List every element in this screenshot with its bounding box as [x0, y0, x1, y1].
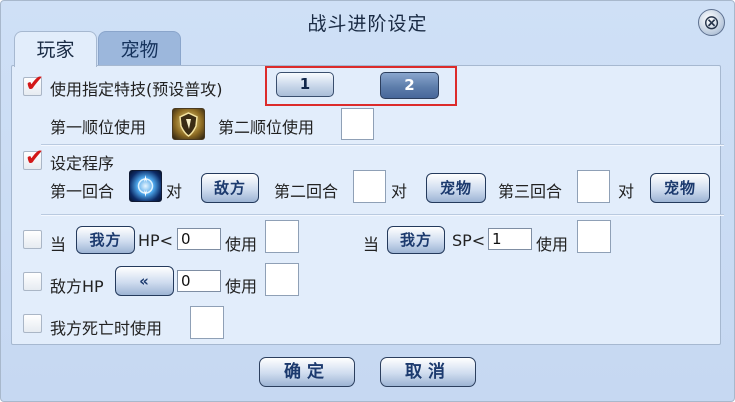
- sp-target-button[interactable]: 我方: [387, 226, 445, 254]
- ok-button[interactable]: 确定: [259, 357, 355, 387]
- sp-use-label: 使用: [536, 235, 569, 254]
- divider: [41, 144, 724, 146]
- round1-target-button[interactable]: 敌方: [201, 173, 259, 203]
- hp-threshold-input[interactable]: 0: [177, 228, 221, 250]
- cancel-button[interactable]: 取消: [380, 357, 476, 387]
- close-icon[interactable]: ⊗: [698, 9, 725, 36]
- sp-prefix-label: 当: [363, 235, 380, 254]
- check-icon: ✔: [25, 145, 45, 171]
- check-icon: ✔: [25, 71, 45, 97]
- skill-checkbox-label: 使用指定特技(预设普攻): [50, 80, 223, 99]
- round3-vs-label: 对: [618, 182, 635, 201]
- enemy-hp-use-label: 使用: [225, 277, 258, 296]
- round2-target-button[interactable]: 宠物: [426, 173, 486, 203]
- tab-pet[interactable]: 宠物: [98, 31, 181, 67]
- battle-settings-window: 战斗进阶设定 ⊗ 玩家 宠物 ✔ 使用指定特技(预设普攻) 1 2 第一顺位使用…: [0, 0, 735, 402]
- round3-target-button[interactable]: 宠物: [650, 173, 710, 203]
- round1-label: 第一回合: [50, 182, 115, 201]
- round2-label: 第二回合: [274, 182, 339, 201]
- selection-highlight: [265, 66, 457, 106]
- enemy-hp-input[interactable]: 0: [177, 270, 221, 292]
- second-priority-label: 第二顺位使用: [218, 118, 315, 137]
- hp-skill-slot[interactable]: [265, 220, 299, 253]
- settings-panel: [11, 65, 721, 345]
- enemy-hp-label: 敌方HP: [50, 277, 104, 296]
- round2-skill-slot[interactable]: [353, 170, 386, 203]
- hp-label: HP<: [138, 231, 174, 250]
- orb-skill-icon[interactable]: [129, 170, 162, 202]
- sp-threshold-input[interactable]: 1: [488, 228, 532, 250]
- chevron-left-icon: «: [139, 272, 150, 290]
- death-skill-slot[interactable]: [190, 306, 224, 339]
- hp-prefix-label: 当: [50, 235, 67, 254]
- skill-checkbox[interactable]: ✔: [23, 71, 44, 97]
- round3-skill-slot[interactable]: [577, 170, 610, 203]
- divider: [41, 214, 724, 216]
- round3-label: 第三回合: [498, 182, 563, 201]
- round1-vs-label: 对: [166, 182, 183, 201]
- program-checkbox[interactable]: ✔: [23, 145, 44, 171]
- enemy-hp-skill-slot[interactable]: [265, 263, 299, 296]
- hp-target-button[interactable]: 我方: [76, 226, 135, 254]
- enemy-hp-checkbox[interactable]: [23, 272, 42, 291]
- shield-skill-icon[interactable]: [172, 108, 205, 140]
- second-skill-slot[interactable]: [341, 108, 374, 140]
- death-checkbox[interactable]: [23, 314, 42, 333]
- hp-condition-checkbox[interactable]: [23, 230, 42, 249]
- round2-vs-label: 对: [391, 182, 408, 201]
- hp-use-label: 使用: [225, 235, 258, 254]
- death-label: 我方死亡时使用: [50, 319, 163, 338]
- sp-label: SP<: [452, 231, 486, 250]
- sp-skill-slot[interactable]: [577, 220, 611, 253]
- program-checkbox-label: 设定程序: [50, 154, 115, 173]
- first-priority-label: 第一顺位使用: [50, 118, 147, 137]
- tab-player[interactable]: 玩家: [14, 31, 97, 67]
- enemy-hp-compare-button[interactable]: «: [115, 266, 174, 296]
